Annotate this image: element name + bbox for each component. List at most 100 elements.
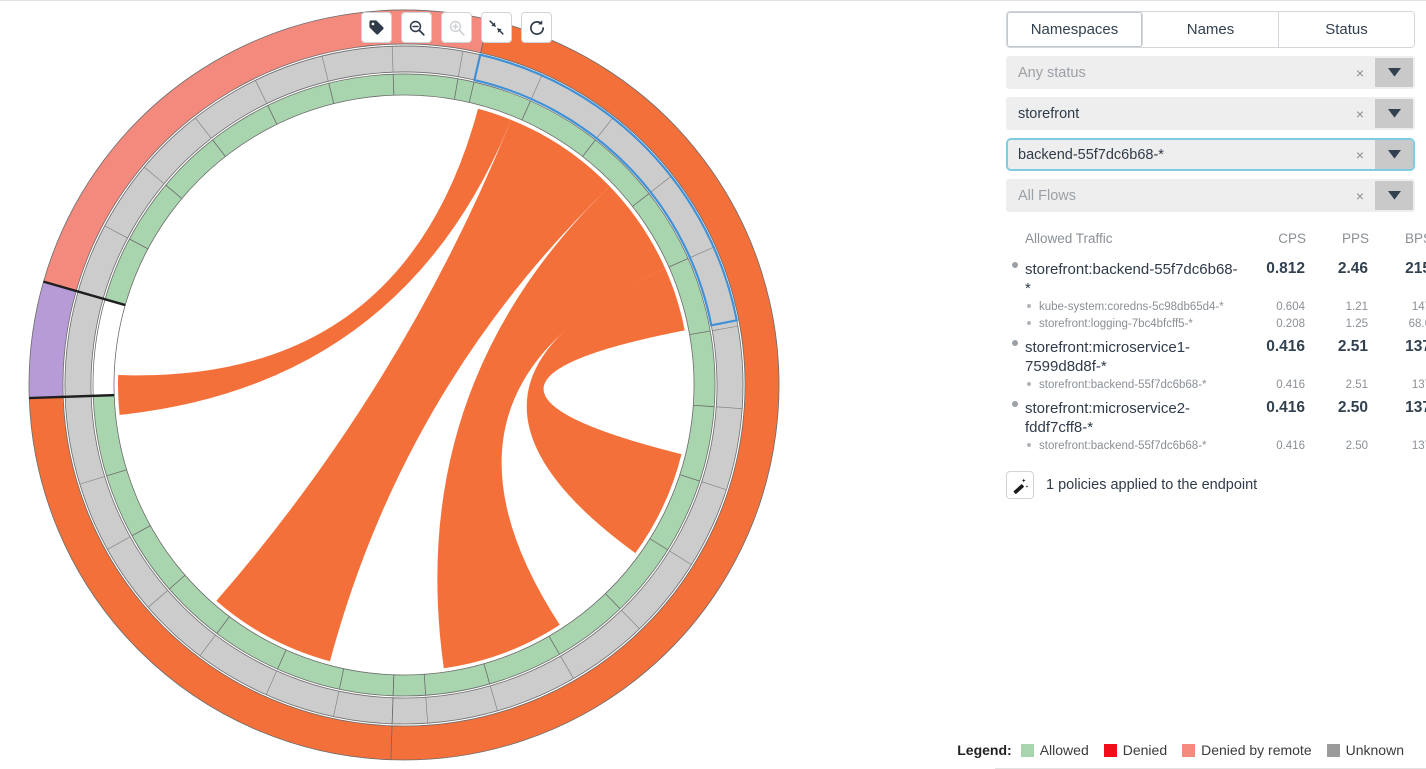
zoom-in-icon (449, 20, 465, 36)
chevron-down-icon (1387, 150, 1401, 159)
tag-icon (369, 20, 384, 35)
policies-label: 1 policies applied to the endpoint (1046, 477, 1258, 493)
bps-value: 137 (1411, 440, 1426, 452)
chevron-down-icon (1387, 191, 1401, 200)
status-dot-icon (1012, 262, 1018, 268)
zoom-out-icon (409, 20, 425, 36)
legend: Legend: Allowed Denied Denied by remote … (957, 742, 1412, 758)
table-header-name: Allowed Traffic (1025, 231, 1113, 246)
filter-row-flows[interactable]: All Flows × (1006, 179, 1415, 212)
cps-value: 0.416 (1276, 440, 1305, 452)
tag-button[interactable] (361, 12, 392, 43)
filter-row-namespace[interactable]: storefront × (1006, 97, 1415, 130)
legend-swatch-allowed (1020, 743, 1034, 757)
pps-value: 1.21 (1345, 301, 1368, 313)
cps-value: 0.604 (1276, 301, 1305, 313)
chevron-down-icon (1387, 109, 1401, 118)
table-subrow[interactable]: storefront:backend-55f7dc6b68-* 0.416 2.… (1006, 377, 1426, 394)
filter-tabs: Namespaces Names Status (1006, 11, 1415, 48)
flows-filter-dropdown-button[interactable] (1375, 181, 1413, 210)
magic-wand-icon (1013, 478, 1028, 494)
table-header-bps: BPS (1404, 231, 1426, 246)
bps-value: 137 (1405, 338, 1426, 355)
filter-row-endpoint[interactable]: backend-55f7dc6b68-* × (1006, 138, 1415, 171)
bps-value: 137 (1405, 399, 1426, 416)
namespace-filter-dropdown-button[interactable] (1375, 99, 1413, 128)
table-subrow[interactable]: kube-system:coredns-5c98db65d4-* 0.604 1… (1006, 299, 1426, 316)
endpoint-name[interactable]: storefront:microservice1-7599d8d8f-* (1006, 333, 1243, 377)
chord-ribbon-0[interactable] (216, 119, 610, 662)
table-header-cps: CPS (1278, 231, 1306, 246)
legend-item-denied-by-remote: Denied by remote (1182, 742, 1312, 758)
details-side-panel: Namespaces Names Status Any status × sto… (995, 1, 1426, 769)
filter-row-status[interactable]: Any status × (1006, 56, 1415, 89)
status-filter-dropdown-button[interactable] (1375, 58, 1413, 87)
endpoint-filter-clear-icon[interactable]: × (1345, 140, 1375, 169)
status-dot-icon (1012, 401, 1018, 407)
status-dot-icon (1027, 304, 1031, 308)
policies-row: 1 policies applied to the endpoint (1006, 471, 1415, 499)
tab-names[interactable]: Names (1143, 12, 1279, 47)
namespace-filter-clear-icon[interactable]: × (1345, 99, 1375, 128)
tab-namespaces[interactable]: Namespaces (1007, 12, 1143, 47)
legend-item-allowed: Allowed (1020, 742, 1089, 758)
pps-value: 2.51 (1337, 338, 1368, 355)
policies-button[interactable] (1006, 471, 1034, 499)
refresh-button[interactable] (521, 12, 552, 43)
refresh-icon (529, 19, 544, 35)
cps-value: 0.812 (1266, 260, 1305, 277)
endpoint-filter-dropdown-button[interactable] (1375, 140, 1413, 169)
bps-value: 68.6 (1408, 318, 1426, 330)
endpoint-name[interactable]: storefront:microservice2-fddf7cff8-* (1006, 394, 1243, 438)
peer-name[interactable]: storefront:backend-55f7dc6b68-* (1006, 377, 1243, 394)
tab-status[interactable]: Status (1279, 12, 1414, 47)
pps-value: 2.46 (1337, 260, 1368, 277)
pps-value: 2.51 (1345, 379, 1368, 391)
table-subrow[interactable]: storefront:logging-7bc4bfcff5-* 0.208 1.… (1006, 316, 1426, 333)
bps-value: 215 (1405, 260, 1426, 277)
status-dot-icon (1012, 340, 1018, 346)
chevron-down-icon (1387, 68, 1401, 77)
pps-value: 1.25 (1345, 318, 1368, 330)
status-filter-input[interactable]: Any status (1008, 58, 1345, 87)
table-subrow[interactable]: storefront:backend-55f7dc6b68-* 0.416 2.… (1006, 438, 1426, 455)
zoom-in-button[interactable] (441, 12, 472, 43)
table-body: storefront:backend-55f7dc6b68-* 0.812 2.… (1006, 255, 1426, 455)
pps-value: 2.50 (1337, 399, 1368, 416)
zoom-out-button[interactable] (401, 12, 432, 43)
graph-toolbar (361, 12, 552, 43)
peer-name[interactable]: storefront:logging-7bc4bfcff5-* (1006, 316, 1243, 333)
table-header-row: Allowed Traffic CPS PPS BPS (1006, 231, 1426, 255)
table-row[interactable]: storefront:microservice2-fddf7cff8-* 0.4… (1006, 394, 1426, 438)
cilium-service-map-app: Namespaces Names Status Any status × sto… (0, 0, 1426, 769)
bps-value: 147 (1411, 301, 1426, 313)
namespace-filter-input[interactable]: storefront (1008, 99, 1345, 128)
table-row[interactable]: storefront:microservice1-7599d8d8f-* 0.4… (1006, 333, 1426, 377)
legend-label-unknown: Unknown (1345, 742, 1404, 758)
legend-title: Legend: (957, 742, 1012, 758)
cps-value: 0.416 (1276, 379, 1305, 391)
flows-filter-input[interactable]: All Flows (1008, 181, 1345, 210)
status-filter-clear-icon[interactable]: × (1345, 58, 1375, 87)
legend-swatch-denied-by-remote (1182, 743, 1196, 757)
endpoint-filter-input[interactable]: backend-55f7dc6b68-* (1008, 140, 1345, 169)
legend-swatch-denied (1103, 743, 1117, 757)
legend-label-denied: Denied (1122, 742, 1168, 758)
legend-item-denied: Denied (1103, 742, 1168, 758)
fit-to-screen-button[interactable] (481, 12, 512, 43)
status-dot-icon (1027, 382, 1031, 386)
allowed-traffic-table: Allowed Traffic CPS PPS BPS storefront:b… (1006, 231, 1426, 455)
status-dot-icon (1027, 321, 1031, 325)
chord-diagram[interactable] (0, 1, 995, 769)
chord-diagram-panel[interactable] (0, 1, 995, 769)
peer-name[interactable]: storefront:backend-55f7dc6b68-* (1006, 438, 1243, 455)
status-dot-icon (1027, 443, 1031, 447)
bps-value: 137 (1411, 379, 1426, 391)
legend-swatch-unknown (1326, 743, 1340, 757)
legend-label-allowed: Allowed (1039, 742, 1089, 758)
peer-name[interactable]: kube-system:coredns-5c98db65d4-* (1006, 299, 1243, 316)
table-row[interactable]: storefront:backend-55f7dc6b68-* 0.812 2.… (1006, 255, 1426, 299)
endpoint-name[interactable]: storefront:backend-55f7dc6b68-* (1006, 255, 1243, 299)
cps-value: 0.416 (1266, 338, 1305, 355)
flows-filter-clear-icon[interactable]: × (1345, 181, 1375, 210)
